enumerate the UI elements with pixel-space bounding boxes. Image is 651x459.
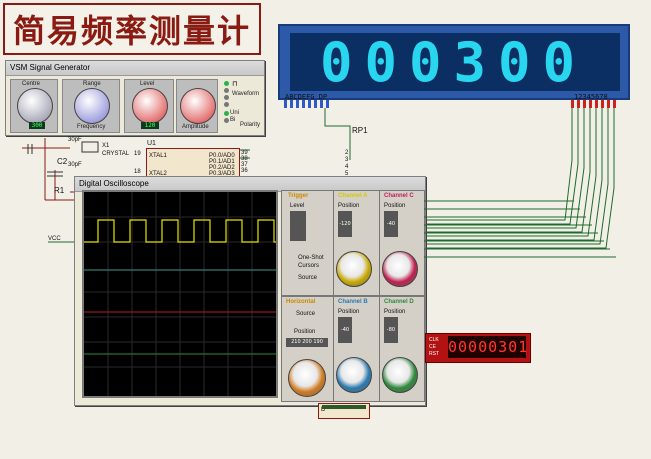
channel-b-position-label: Position [338, 309, 360, 315]
rp1-pin-2: 2 [345, 150, 349, 156]
channel-a-volts-knob[interactable] [336, 251, 372, 287]
scope-trace-svg [84, 192, 276, 396]
rp1-label: RP1 [352, 126, 368, 135]
pin18-label: 18 [134, 169, 141, 175]
uni-label: Uni [230, 110, 240, 116]
channel-b-volts-knob[interactable] [336, 357, 372, 393]
pin36-label: 36 [241, 168, 248, 174]
u1-label: U1 [147, 140, 156, 147]
channel-d-position-value[interactable]: -80 [384, 317, 398, 343]
rp1-pin-3: 3 [345, 157, 349, 163]
channel-b-title: Channel B [338, 299, 368, 305]
waveform-led-2 [224, 88, 229, 93]
x1-label: X1 [102, 143, 110, 149]
scope-screen[interactable] [82, 190, 278, 398]
xtal1-label: XTAL1 [149, 153, 167, 159]
trigger-source-label: Source [298, 275, 318, 281]
cursors-label[interactable]: Cursors [298, 263, 319, 269]
project-title: 简易频率测量计 [3, 3, 261, 55]
horizontal-position-label: Position [294, 329, 316, 335]
one-shot-label[interactable]: One-Shot [298, 255, 324, 261]
channel-b-position-value[interactable]: -40 [338, 317, 352, 343]
trigger-title: Trigger [288, 193, 309, 199]
counter-ce-label: CE [429, 344, 436, 350]
bi-label: Bi [230, 117, 236, 123]
uni-led [224, 111, 229, 116]
r1-label: R1 [54, 186, 65, 195]
channel-d-position-label: Position [384, 309, 406, 315]
c1-value: 30pF [68, 137, 82, 143]
channel-a-title: Channel A [338, 193, 368, 199]
d-component-bar [322, 405, 366, 409]
counter-clk-label: CLK [429, 337, 439, 343]
level-dial[interactable] [132, 88, 168, 124]
c2-label: C2 [57, 157, 68, 166]
horizontal-panel: Horizontal Source Position 210 200 190 [281, 296, 335, 402]
vsm-signal-generator-window[interactable]: VSM Signal Generator Centre 300 Range Fr… [5, 60, 265, 136]
counter-rst-label: RST [429, 351, 439, 357]
level-value: 120 [141, 122, 159, 129]
trigger-panel: Trigger Level One-Shot Cursors Source [281, 190, 335, 296]
level-panel: Level 120 [124, 79, 174, 133]
bi-led [224, 118, 229, 123]
rp1-pin-4: 4 [345, 164, 349, 170]
centre-label: Centre [22, 81, 41, 87]
waveform-led-4 [224, 102, 229, 107]
crystal-label: CRYSTAL [102, 151, 130, 157]
polarity-label: Polarity [240, 122, 261, 128]
counter-digits: 00000301 [448, 336, 529, 358]
lcd-digits: 000300 [320, 31, 588, 94]
channel-b-panel: Channel B Position -40 [333, 296, 381, 402]
range-label: Range [83, 81, 101, 87]
frequency-counter: CLK CE RST 00000301 [425, 333, 531, 363]
c2-value: 30pF [68, 162, 82, 168]
timebase-knob[interactable] [288, 359, 326, 397]
centre-panel: Centre 300 [10, 79, 58, 133]
horizontal-title: Horizontal [286, 299, 316, 305]
vsm-window-title[interactable]: VSM Signal Generator [6, 61, 264, 76]
channel-d-volts-knob[interactable] [382, 357, 418, 393]
trigger-level-slider[interactable] [290, 211, 306, 241]
channel-c-volts-knob[interactable] [382, 251, 418, 287]
vcc-label: VCC [48, 236, 61, 242]
lcd-screen: 000300 [290, 31, 620, 94]
amplitude-dial[interactable] [180, 88, 216, 124]
channel-a-position-label: Position [338, 203, 360, 209]
waveform-led [224, 81, 229, 86]
range-dial[interactable] [74, 88, 110, 124]
square-wave-icon[interactable]: ⊓ [232, 80, 237, 88]
waveform-led-3 [224, 95, 229, 100]
bus-wires [424, 200, 616, 258]
waveform-label: Waveform [232, 91, 260, 97]
pin19-label: 19 [134, 151, 141, 157]
channel-c-position-value[interactable]: -40 [384, 211, 398, 237]
horizontal-position-value[interactable]: 210 200 190 [286, 338, 328, 347]
centre-value: 300 [29, 122, 45, 129]
amplitude-panel: Amplitude [176, 79, 218, 133]
channel-d-panel: Channel D Position -80 [379, 296, 425, 402]
level-label: Level [140, 81, 155, 87]
channel-c-position-label: Position [384, 203, 406, 209]
centre-dial[interactable] [17, 88, 53, 124]
channel-c-title: Channel C [384, 193, 414, 199]
channel-a-position-value[interactable]: -120 [338, 211, 352, 237]
seven-segment-display: 000300 [278, 24, 630, 100]
horizontal-source-label: Source [296, 311, 316, 317]
range-panel: Range Frequency [62, 79, 120, 133]
channel-d-title: Channel D [384, 299, 414, 305]
trigger-level-label: Level [290, 203, 305, 209]
channel-a-panel: Channel A Position -120 [333, 190, 381, 296]
channel-c-panel: Channel C Position -40 [379, 190, 425, 296]
